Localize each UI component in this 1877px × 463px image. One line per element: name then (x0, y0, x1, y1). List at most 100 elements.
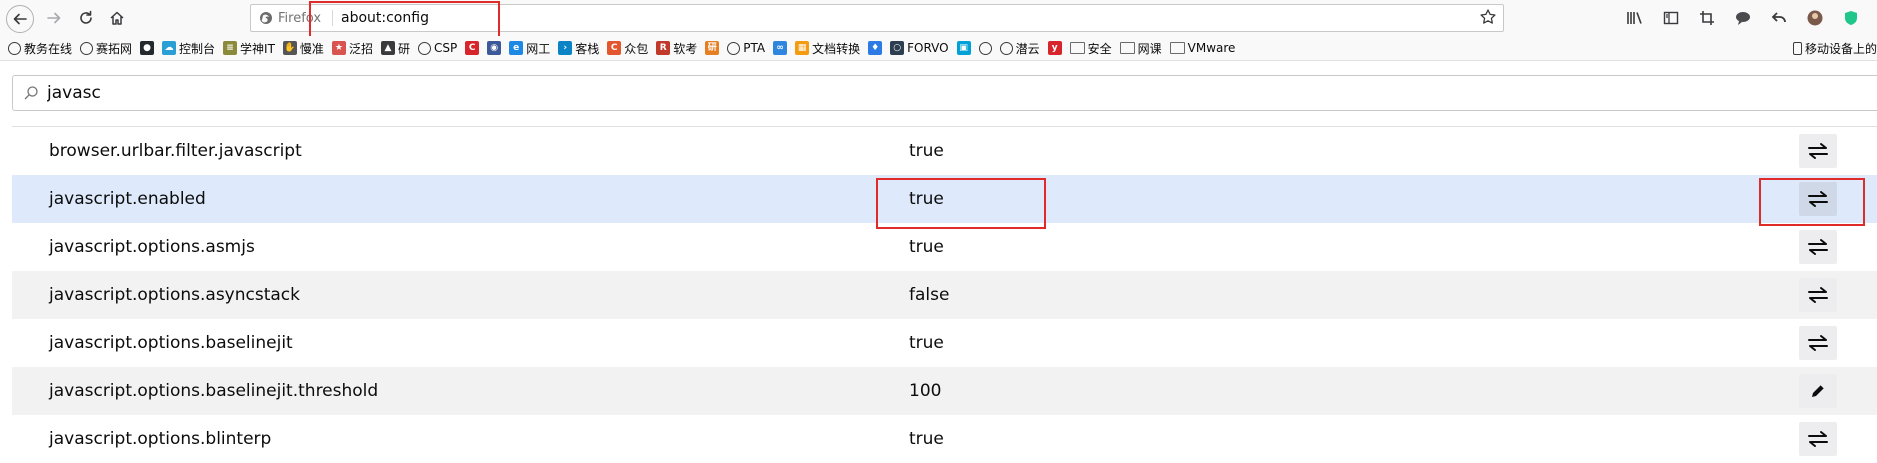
bookmark-item[interactable]: ▣ (956, 41, 971, 55)
identity-box[interactable]: Firefox (259, 5, 334, 31)
github-icon: ● (140, 41, 155, 55)
toggle-icon (1808, 143, 1828, 159)
toggle-icon (1808, 287, 1828, 303)
toggle-button[interactable] (1799, 278, 1837, 312)
globe-icon (978, 41, 992, 55)
bookmark-item[interactable]: C 众包 (607, 40, 648, 57)
pref-row[interactable]: javascript.enabled true (12, 175, 1877, 223)
bookmark-item[interactable]: R 软考 (656, 40, 697, 57)
bookmark-item[interactable]: ★ 泛招 (331, 40, 373, 57)
toggle-button[interactable] (1799, 182, 1837, 216)
pref-row[interactable]: javascript.options.asmjs true (12, 223, 1877, 271)
bookmark-item[interactable]: ▲ 研 (380, 40, 410, 57)
pref-row[interactable]: javascript.options.baselinejit true (12, 319, 1877, 367)
sidebar-button[interactable] (1661, 8, 1681, 28)
bookmark-label: 客栈 (575, 41, 600, 56)
e-icon: e (509, 41, 524, 55)
bookmark-item[interactable]: 潜云 (999, 40, 1040, 57)
toggle-icon (1808, 335, 1828, 351)
pref-value[interactable]: false (909, 271, 949, 319)
bookmark-label: PTA (743, 41, 766, 55)
arrow-right-icon (47, 12, 61, 24)
library-icon (1627, 12, 1642, 24)
extension-button[interactable] (1841, 8, 1861, 28)
url-text[interactable]: about:config (341, 5, 429, 31)
pref-value[interactable]: true (909, 319, 944, 367)
bookmark-label: 泛招 (348, 41, 373, 56)
bookmark-item[interactable]: ♦ (868, 41, 883, 55)
bookmark-item[interactable]: 研 (705, 41, 720, 55)
bookmark-label: 网课 (1137, 41, 1162, 56)
forvo-icon: ○ (890, 41, 905, 55)
bookmark-item[interactable]: e 网工 (509, 40, 550, 57)
folder-icon (1069, 42, 1085, 54)
bookmark-item[interactable]: CSP (417, 41, 458, 55)
eye-icon: ◉ (487, 41, 502, 55)
pref-value[interactable]: true (909, 127, 944, 175)
crop-button[interactable] (1697, 8, 1717, 28)
bookmark-item[interactable]: VMware (1169, 41, 1235, 55)
undo-button[interactable] (1769, 8, 1789, 28)
pref-row[interactable]: browser.urlbar.filter.javascript true (12, 127, 1877, 175)
edit-button[interactable] (1799, 374, 1837, 408)
colors-icon: ▦ (795, 41, 810, 55)
bookmark-item[interactable]: ● (140, 41, 155, 55)
bookmark-label: 教务在线 (24, 41, 73, 56)
toggle-button[interactable] (1799, 326, 1837, 360)
bookmark-item[interactable]: 赛拓网 (80, 40, 132, 57)
bookmark-label: 软考 (673, 41, 698, 56)
forward-button[interactable] (40, 4, 68, 32)
arrow-left-icon (13, 13, 27, 25)
chat-button[interactable] (1733, 8, 1753, 28)
pref-row[interactable]: javascript.options.baselinejit.threshold… (12, 367, 1877, 415)
pref-value[interactable]: true (909, 415, 944, 463)
back-button[interactable] (6, 5, 34, 33)
bookmark-item[interactable]: 安全 (1069, 40, 1112, 57)
pref-row[interactable]: javascript.options.blinterp true (12, 415, 1877, 463)
pref-value[interactable]: true (909, 175, 944, 223)
bookmark-item[interactable]: 教务在线 (8, 40, 72, 57)
toggle-icon (1808, 431, 1828, 447)
bookmark-label: CSP (433, 41, 458, 55)
toggle-button[interactable] (1799, 422, 1837, 456)
bookmark-item[interactable]: ▦ 文档转换 (795, 40, 860, 57)
toolbar-right-icons (1625, 8, 1877, 28)
bookmark-item[interactable]: › 客栈 (558, 40, 599, 57)
pref-name: javascript.enabled (49, 189, 206, 209)
url-bar[interactable]: Firefox about:config (250, 4, 1504, 32)
bookmark-item[interactable]: ∞ (773, 41, 788, 55)
preferences-table: browser.urlbar.filter.javascript true java… (12, 126, 1877, 463)
toggle-icon (1808, 239, 1828, 255)
pref-value[interactable]: 100 (909, 367, 941, 415)
graduation-icon: ▲ (380, 41, 395, 55)
bookmark-item[interactable]: ○ FORVO (890, 41, 949, 55)
bookmark-item[interactable]: C (465, 41, 480, 55)
reload-icon (80, 10, 92, 24)
toggle-button[interactable] (1799, 230, 1837, 264)
mobile-bookmarks[interactable]: 移动设备上的 (1788, 36, 1877, 60)
pref-value[interactable]: true (909, 223, 944, 271)
pref-name: javascript.options.asyncstack (49, 285, 300, 305)
bookmark-item[interactable]: ◉ (487, 41, 502, 55)
bookmark-item[interactable]: ✋ 慢准 (282, 40, 324, 57)
profile-button[interactable] (1805, 8, 1825, 28)
bookmark-item[interactable]: ☁ 控制台 (162, 40, 215, 57)
navigation-toolbar: Firefox about:config (0, 0, 1877, 49)
pref-name: browser.urlbar.filter.javascript (49, 141, 302, 161)
bookmark-item[interactable]: y (1047, 41, 1062, 55)
toggle-button[interactable] (1799, 134, 1837, 168)
firefox-icon (260, 12, 272, 24)
bookmark-item[interactable]: 网课 (1119, 40, 1162, 57)
bookmark-item[interactable]: PTA (727, 41, 765, 55)
reload-button[interactable] (72, 4, 100, 32)
library-button[interactable] (1625, 8, 1645, 28)
bilibili-icon: ▣ (956, 41, 971, 55)
bookmark-star-button[interactable] (1479, 8, 1497, 30)
pref-name: javascript.options.asmjs (49, 237, 255, 257)
pref-row[interactable]: javascript.options.asyncstack false (12, 271, 1877, 319)
home-button[interactable] (103, 4, 131, 32)
config-search-box[interactable] (12, 75, 1877, 111)
bookmark-item[interactable] (978, 41, 992, 55)
bookmark-item[interactable]: ≡ 学神IT (223, 40, 275, 57)
config-search-input[interactable] (47, 76, 1747, 110)
